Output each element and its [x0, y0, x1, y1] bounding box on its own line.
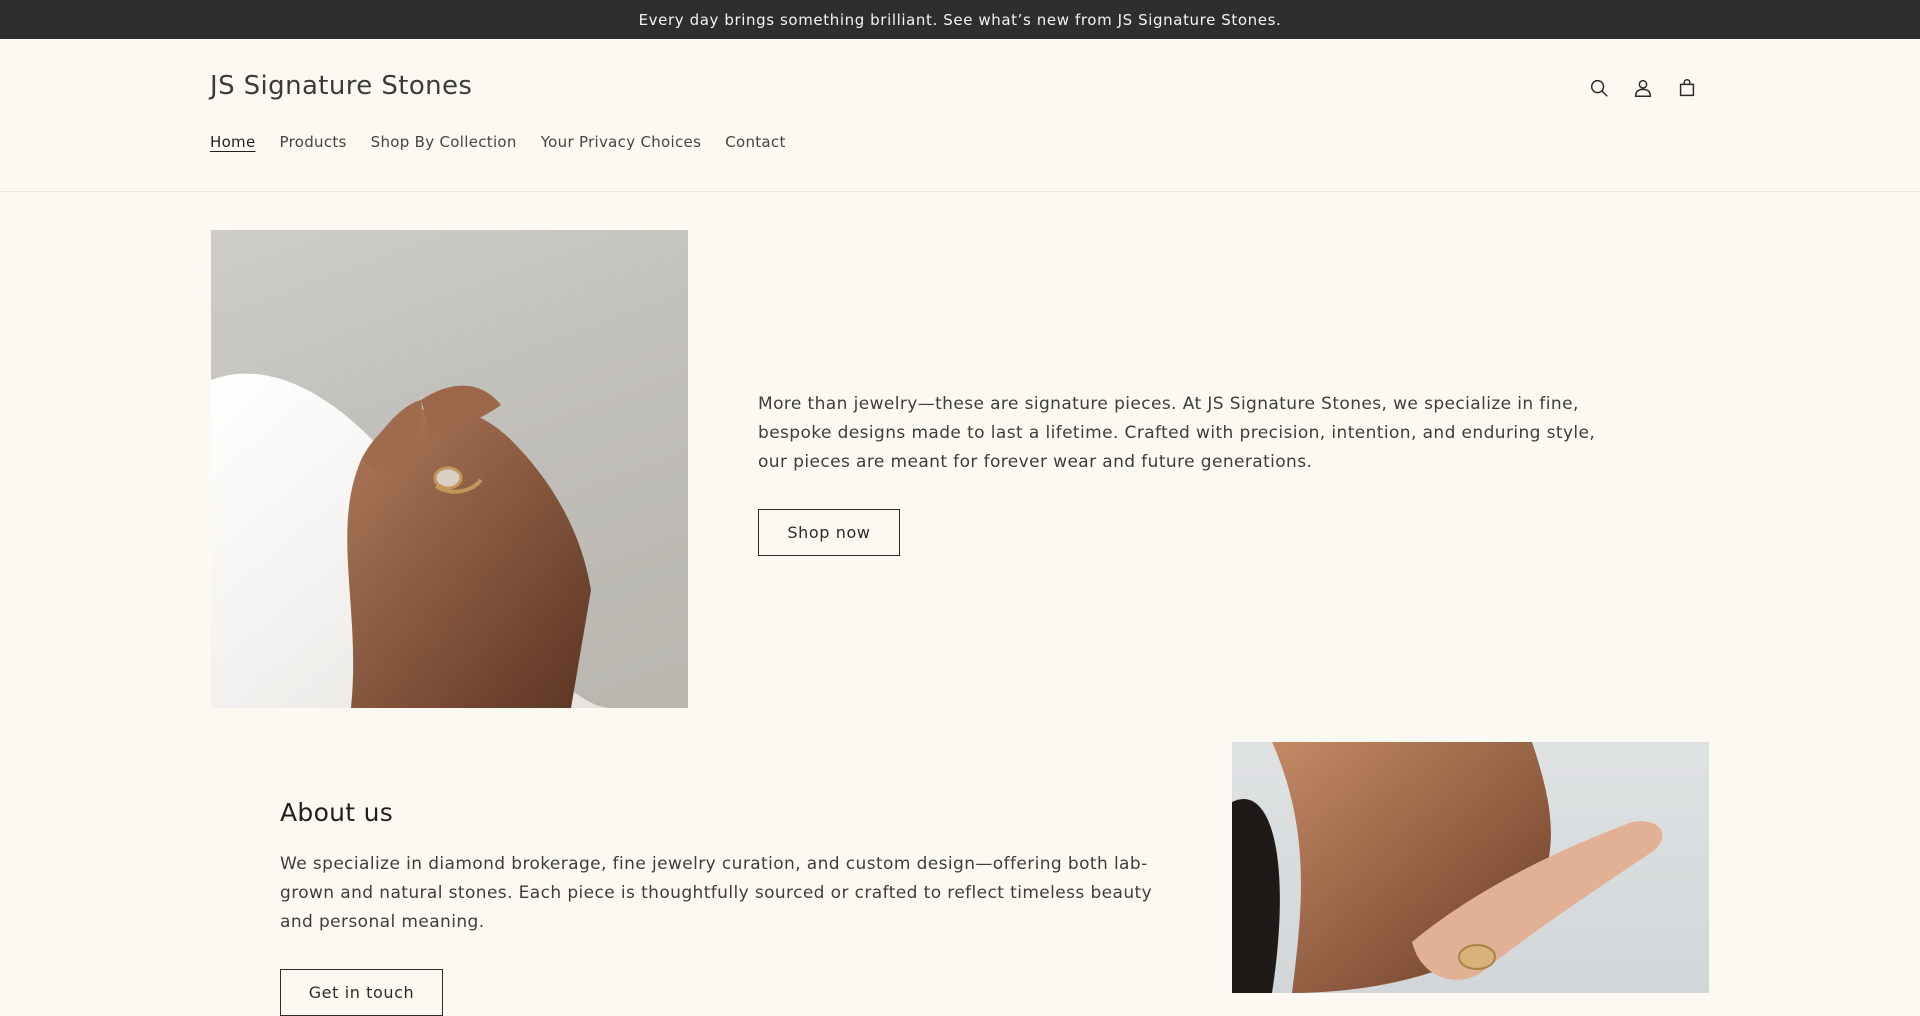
nav-item-privacy-choices[interactable]: Your Privacy Choices [541, 133, 701, 151]
about-image-neck-ring [1232, 742, 1709, 993]
announcement-bar: Every day brings something brilliant. Se… [0, 0, 1920, 39]
about-description: We specialize in diamond brokerage, fine… [280, 854, 1153, 932]
announcement-text: Every day brings something brilliant. Se… [638, 10, 1282, 29]
nav-item-home[interactable]: Home [210, 133, 256, 151]
cart-icon[interactable] [1675, 76, 1699, 100]
site-header: JS Signature Stones Home Products Shop B… [0, 39, 1920, 192]
hero-image-hand-ring [211, 230, 688, 708]
header-icons [1587, 76, 1699, 100]
nav-item-shop-by-collection[interactable]: Shop By Collection [371, 133, 517, 151]
nav-item-products[interactable]: Products [280, 133, 347, 151]
main-nav: Home Products Shop By Collection Your Pr… [210, 133, 786, 151]
nav-item-contact[interactable]: Contact [725, 133, 785, 151]
about-heading: About us [280, 798, 394, 827]
shop-now-button[interactable]: Shop now [758, 509, 900, 556]
account-icon[interactable] [1631, 76, 1655, 100]
hero-description: More than jewelry—these are signature pi… [758, 394, 1596, 472]
search-icon[interactable] [1587, 76, 1611, 100]
site-logo[interactable]: JS Signature Stones [210, 71, 472, 101]
